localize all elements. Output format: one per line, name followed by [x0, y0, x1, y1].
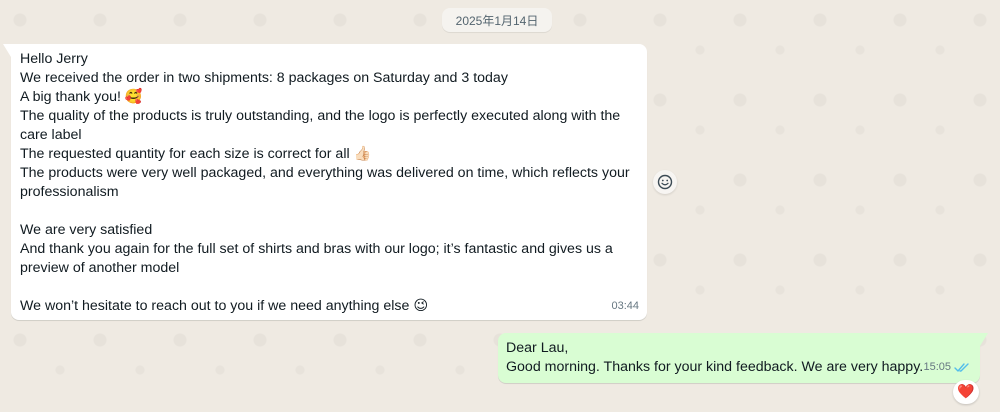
message-text: We won’t hesitate to reach out to you if…	[20, 298, 410, 314]
double-check-read-icon	[954, 363, 969, 372]
message-timestamp: 03:44	[611, 300, 639, 312]
date-divider: 2025年1月14日	[442, 8, 552, 32]
message-reaction[interactable]: ❤️	[953, 380, 979, 404]
smiley-icon	[657, 174, 673, 190]
winking-face-emoji-icon: 😉	[413, 298, 429, 314]
message-line: Dear Lau,	[506, 340, 569, 356]
message-text: The requested quantity for each size is …	[20, 146, 350, 162]
outgoing-message-bubble[interactable]: Dear Lau, Good morning. Thanks for your …	[498, 333, 988, 383]
thumbs-up-emoji-icon: 👍🏻	[353, 146, 372, 162]
message-line: preview of another model	[20, 260, 180, 276]
message-line: The products were very well packaged, an…	[20, 165, 630, 181]
message-line: Good morning. Thanks for your kind feedb…	[506, 359, 924, 375]
message-line: A big thank you! 🥰	[20, 88, 642, 107]
message-text: A big thank you!	[20, 89, 121, 105]
smiling-hearts-emoji-icon: 🥰	[124, 89, 143, 105]
message-line: We are very satisfied	[20, 222, 153, 238]
message-line: We received the order in two shipments: …	[20, 70, 508, 86]
message-line: And thank you again for the full set of …	[20, 241, 613, 257]
message-line: We won’t hesitate to reach out to you if…	[20, 297, 642, 316]
message-line: care label	[20, 127, 82, 143]
add-reaction-button[interactable]	[653, 170, 677, 194]
message-line: The quality of the products is truly out…	[20, 108, 621, 124]
outgoing-message-text: Dear Lau, Good morning. Thanks for your …	[506, 339, 923, 377]
message-line: The requested quantity for each size is …	[20, 145, 642, 164]
date-divider-label: 2025年1月14日	[455, 13, 539, 28]
message-line: Hello Jerry	[20, 51, 88, 67]
message-timestamp: 15:05	[923, 361, 951, 373]
message-meta: 15:05	[923, 358, 970, 377]
bubble-tail	[3, 44, 11, 57]
bubble-tail	[980, 333, 988, 346]
red-heart-emoji-icon: ❤️	[957, 384, 975, 400]
incoming-message-text: Hello Jerry We received the order in two…	[20, 50, 642, 316]
incoming-message-bubble[interactable]: Hello Jerry We received the order in two…	[3, 44, 647, 320]
message-line: professionalism	[20, 184, 119, 200]
